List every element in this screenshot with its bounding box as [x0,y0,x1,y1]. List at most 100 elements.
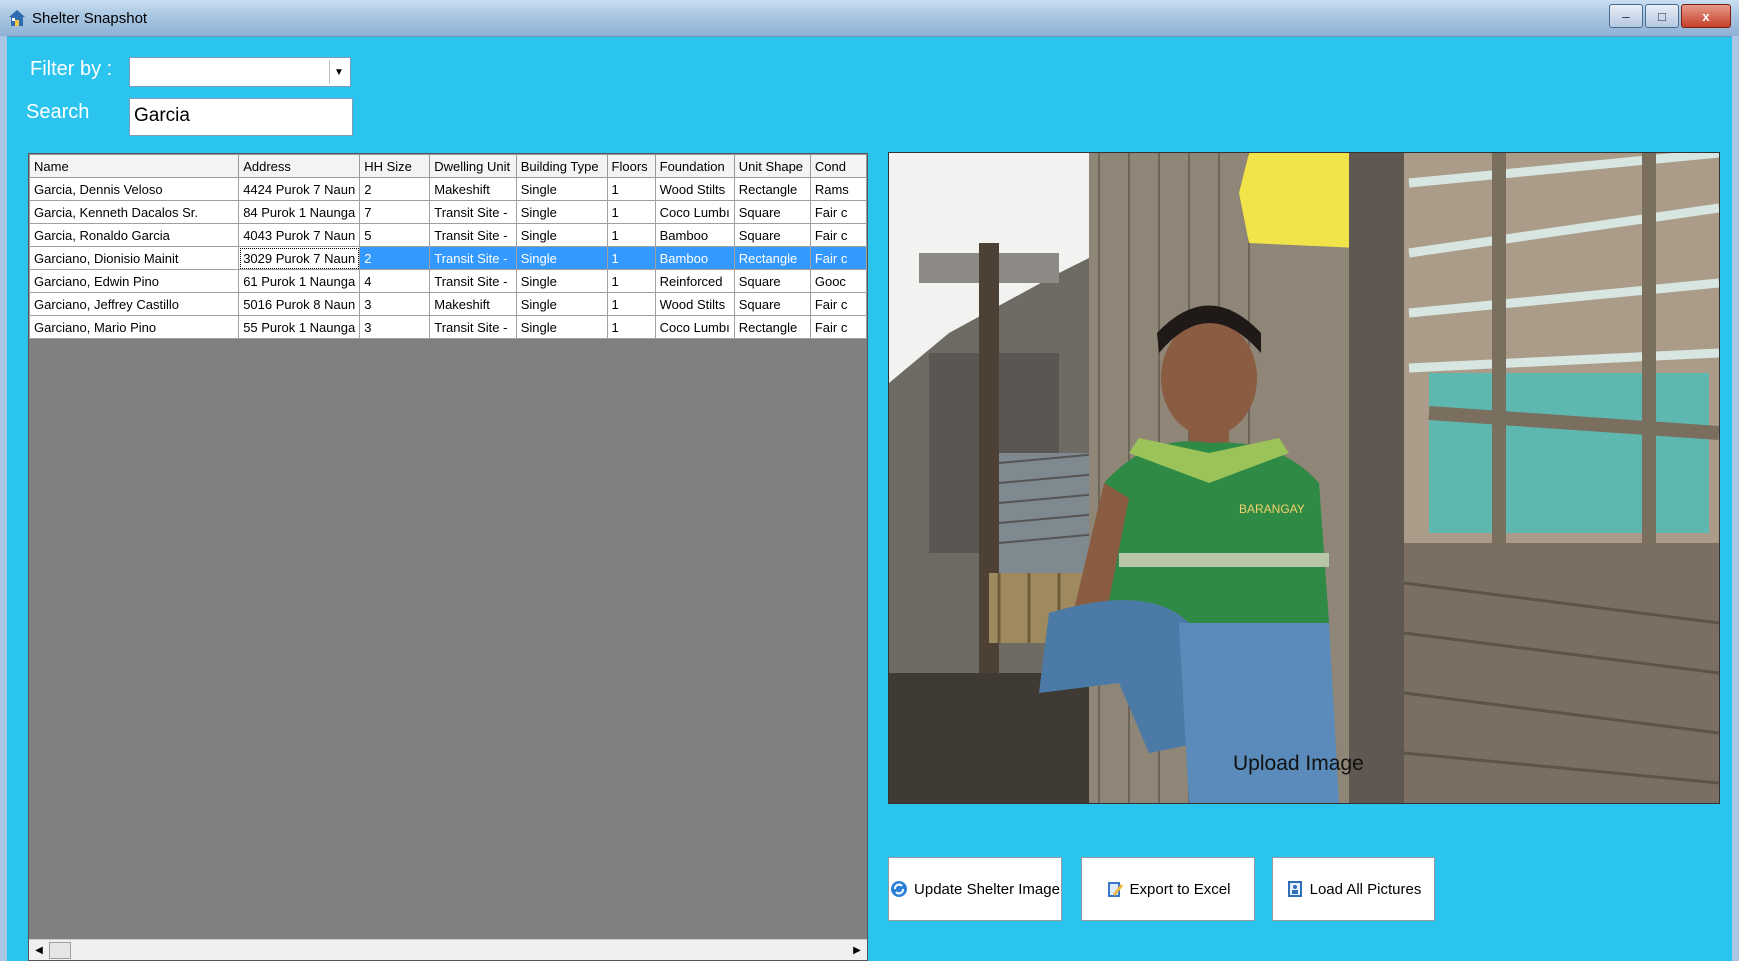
upload-image-label[interactable]: Upload Image [1233,752,1364,776]
table-row[interactable]: Garciano, Mario Pino 55 Purok 1 Naunga 3… [29,315,867,339]
table-cell[interactable]: Square [733,223,811,247]
table-cell[interactable]: Fair c [809,223,867,247]
table-row[interactable]: Garciano, Jeffrey Castillo 5016 Purok 8 … [29,292,867,316]
table-cell[interactable]: 1 [606,200,656,224]
table-cell[interactable]: Garciano, Edwin Pino [29,269,240,293]
maximize-button[interactable]: □ [1645,4,1679,28]
table-row[interactable]: Garciano, Edwin Pino 61 Purok 1 Naunga 4… [29,269,867,293]
table-cell[interactable]: Single [515,246,608,270]
table-cell-current[interactable]: 3029 Purok 7 Naun [238,246,361,270]
table-cell[interactable]: Wood Stilts [654,177,735,201]
scroll-left-icon[interactable]: ◀ [30,941,48,959]
table-cell[interactable]: 1 [606,246,656,270]
table-cell[interactable]: 1 [606,177,656,201]
table-cell[interactable]: Rectangle [733,177,811,201]
table-cell[interactable]: 4 [359,269,431,293]
filter-label: Filter by : [30,58,113,80]
column-header-floors[interactable]: Floors [606,154,656,178]
table-cell[interactable]: 3 [359,315,431,339]
shelter-photo[interactable]: BARANGAY [888,152,1720,804]
table-cell[interactable]: 4424 Purok 7 Naun [238,177,361,201]
column-header-foundation[interactable]: Foundation [654,154,735,178]
table-cell[interactable]: 55 Purok 1 Naunga [238,315,361,339]
column-header-address[interactable]: Address [238,154,361,178]
table-cell[interactable]: Single [515,315,608,339]
table-cell[interactable]: Bamboo [654,246,735,270]
table-cell[interactable]: Transit Site - [429,223,517,247]
title-bar: Shelter Snapshot – □ x [0,0,1739,37]
scroll-right-icon[interactable]: ▶ [848,941,866,959]
table-cell[interactable]: Square [733,200,811,224]
table-cell[interactable]: 1 [606,315,656,339]
table-cell[interactable]: Reinforced [654,269,735,293]
table-cell[interactable]: Fair c [809,315,867,339]
refresh-icon [891,881,908,897]
table-cell[interactable]: Single [515,200,608,224]
column-header-hh-size[interactable]: HH Size [359,154,431,178]
table-cell[interactable]: Garcia, Kenneth Dacalos Sr. [29,200,240,224]
minimize-button[interactable]: – [1609,4,1643,28]
table-cell[interactable]: 5 [359,223,431,247]
filter-dropdown[interactable]: ▼ [129,57,351,87]
column-header-cond[interactable]: Cond [809,154,867,178]
table-cell[interactable]: Rams [809,177,867,201]
table-cell[interactable]: 2 [359,177,431,201]
update-shelter-image-button[interactable]: Update Shelter Image [888,857,1062,921]
table-cell[interactable]: Square [733,292,811,316]
search-input[interactable]: Garcia [129,98,353,136]
shelter-grid[interactable]: Name Address HH Size Dwelling Unit Build… [28,153,868,961]
table-cell[interactable]: Fair c [809,200,867,224]
table-cell[interactable]: Garcia, Dennis Veloso [29,177,240,201]
horizontal-scrollbar[interactable]: ◀ ▶ [29,939,867,960]
load-all-pictures-button[interactable]: Load All Pictures [1272,857,1435,921]
table-cell[interactable]: Rectangle [733,246,811,270]
table-row[interactable]: Garcia, Ronaldo Garcia 4043 Purok 7 Naun… [29,223,867,247]
table-cell[interactable]: Single [515,177,608,201]
table-cell[interactable]: Garciano, Jeffrey Castillo [29,292,240,316]
table-row[interactable]: Garcia, Dennis Veloso 4424 Purok 7 Naun … [29,177,867,201]
table-cell[interactable]: Single [515,269,608,293]
table-cell[interactable]: Square [733,269,811,293]
table-cell[interactable]: Fair c [809,292,867,316]
table-cell[interactable]: Makeshift [429,177,517,201]
table-cell[interactable]: Coco Lumbı [654,315,735,339]
table-cell[interactable]: Makeshift [429,292,517,316]
export-to-excel-button[interactable]: Export to Excel [1081,857,1255,921]
column-header-dwelling-unit[interactable]: Dwelling Unit [429,154,517,178]
table-cell[interactable]: Rectangle [733,315,811,339]
column-header-unit-shape[interactable]: Unit Shape [733,154,811,178]
table-cell[interactable]: Transit Site - [429,269,517,293]
table-cell[interactable]: Garcia, Ronaldo Garcia [29,223,240,247]
shirt-logo-text: BARANGAY [1239,502,1305,516]
column-header-building-type[interactable]: Building Type [515,154,608,178]
table-cell[interactable]: 61 Purok 1 Naunga [238,269,361,293]
table-cell[interactable]: Bamboo [654,223,735,247]
table-cell[interactable]: Gooc [809,269,867,293]
table-cell[interactable]: Single [515,223,608,247]
table-cell[interactable]: 7 [359,200,431,224]
table-cell[interactable]: 3 [359,292,431,316]
chevron-down-icon[interactable]: ▼ [329,60,348,84]
table-cell[interactable]: Coco Lumbı [654,200,735,224]
table-cell[interactable]: 1 [606,292,656,316]
table-row-selected[interactable]: Garciano, Dionisio Mainit 3029 Purok 7 N… [29,246,867,270]
table-cell[interactable]: Wood Stilts [654,292,735,316]
close-button[interactable]: x [1681,4,1731,28]
table-row[interactable]: Garcia, Kenneth Dacalos Sr. 84 Purok 1 N… [29,200,867,224]
table-cell[interactable]: 2 [359,246,431,270]
shelter-photo-image: BARANGAY [889,153,1719,803]
table-cell[interactable]: 1 [606,223,656,247]
table-cell[interactable]: Transit Site - [429,200,517,224]
table-cell[interactable]: 1 [606,269,656,293]
column-header-name[interactable]: Name [29,154,240,178]
table-cell[interactable]: Garciano, Dionisio Mainit [29,246,240,270]
table-cell[interactable]: Transit Site - [429,315,517,339]
table-cell[interactable]: Single [515,292,608,316]
scroll-thumb[interactable] [49,942,71,959]
table-cell[interactable]: Transit Site - [429,246,517,270]
table-cell[interactable]: 5016 Purok 8 Naun [238,292,361,316]
table-cell[interactable]: Fair c [809,246,867,270]
table-cell[interactable]: 84 Purok 1 Naunga [238,200,361,224]
table-cell[interactable]: Garciano, Mario Pino [29,315,240,339]
table-cell[interactable]: 4043 Purok 7 Naun [238,223,361,247]
